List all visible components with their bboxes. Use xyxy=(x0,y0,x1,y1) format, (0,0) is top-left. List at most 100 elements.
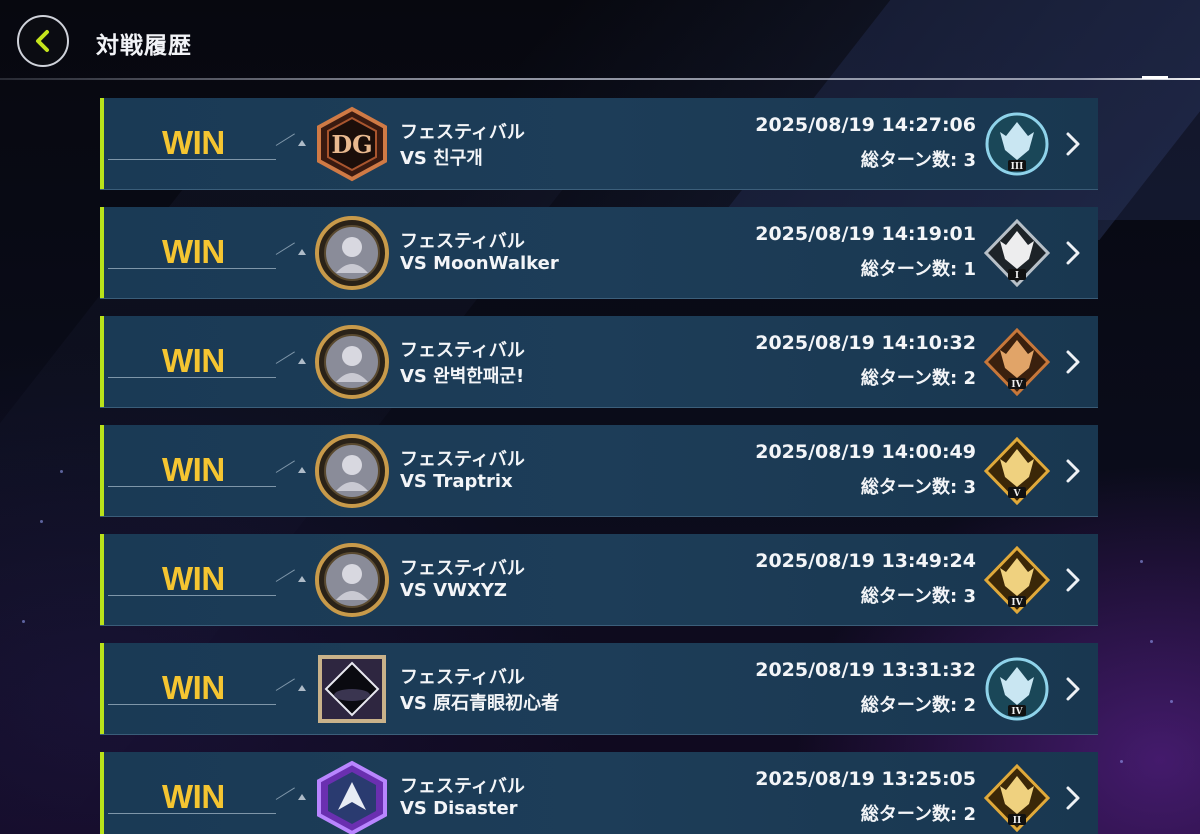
match-result: WIN xyxy=(162,560,225,597)
opponent-name: VS Disaster xyxy=(400,798,518,819)
match-datetime: 2025/08/19 13:49:24 xyxy=(755,550,976,572)
star xyxy=(1140,560,1143,563)
match-row-7[interactable]: WIN フェスティバル VS Disaster 2025/08/19 13:25… xyxy=(100,752,1098,834)
chevron-right-icon[interactable] xyxy=(1064,457,1082,485)
match-result: WIN xyxy=(162,669,225,706)
opponent-avatar xyxy=(314,215,390,291)
decorative-line xyxy=(275,569,295,582)
character-portrait-icon xyxy=(315,325,389,399)
character-portrait-icon xyxy=(315,216,389,290)
match-row-2[interactable]: WIN フェスティバル VS MoonWalker 2025/08/19 14:… xyxy=(100,207,1098,299)
gold-rank-icon: II xyxy=(984,764,1050,832)
rank-tier-label: II xyxy=(1013,816,1021,826)
triangle-marker-icon xyxy=(298,794,306,800)
platinum-rank-icon: III xyxy=(985,112,1049,176)
character-portrait-icon xyxy=(315,543,389,617)
match-result: WIN xyxy=(162,778,225,815)
decorative-line xyxy=(275,678,295,691)
opponent-name: VS Traptrix xyxy=(400,471,513,492)
decorative-line xyxy=(275,787,295,800)
chevron-right-icon[interactable] xyxy=(1064,784,1082,812)
opponent-name: VS 친구개 xyxy=(400,148,483,169)
rank-tier-label: IV xyxy=(1011,380,1023,390)
header-divider xyxy=(0,78,1200,80)
chevron-right-icon[interactable] xyxy=(1064,130,1082,158)
scroll-indicator xyxy=(1142,76,1168,79)
star xyxy=(1150,640,1153,643)
decorative-line xyxy=(275,351,295,364)
total-turns: 総ターン数: 2 xyxy=(860,695,976,716)
rank-tier-label: IV xyxy=(1011,598,1023,608)
svg-text:DG: DG xyxy=(331,130,372,159)
decorative-line xyxy=(275,460,295,473)
match-datetime: 2025/08/19 13:25:05 xyxy=(755,768,976,790)
total-turns: 総ターン数: 3 xyxy=(860,586,976,607)
opponent-avatar xyxy=(314,542,390,618)
triangle-marker-icon xyxy=(298,576,306,582)
rank-tier-label: IV xyxy=(1011,707,1023,717)
triangle-marker-icon xyxy=(298,467,306,473)
back-button[interactable] xyxy=(17,15,69,67)
chevron-right-icon[interactable] xyxy=(1064,566,1082,594)
opponent-name: VS VWXYZ xyxy=(400,580,507,601)
match-row-3[interactable]: WIN フェスティバル VS 완벽한패군! 2025/08/19 14:10:3… xyxy=(100,316,1098,408)
chevron-right-icon[interactable] xyxy=(1064,348,1082,376)
match-result: WIN xyxy=(162,451,225,488)
total-turns: 総ターン数: 3 xyxy=(860,150,976,171)
dark-orb-icon xyxy=(318,655,386,723)
total-turns: 総ターン数: 3 xyxy=(860,477,976,498)
platinum-rank-icon: IV xyxy=(985,657,1049,721)
star xyxy=(1170,700,1173,703)
match-datetime: 2025/08/19 14:10:32 xyxy=(755,332,976,354)
match-datetime: 2025/08/19 14:19:01 xyxy=(755,223,976,245)
match-result: WIN xyxy=(162,233,225,270)
star xyxy=(60,470,63,473)
gold-rank-icon: V xyxy=(984,437,1050,505)
star xyxy=(22,620,25,623)
match-row-5[interactable]: WIN フェスティバル VS VWXYZ 2025/08/19 13:49:24… xyxy=(100,534,1098,626)
chevron-left-icon xyxy=(36,30,49,52)
rank-tier-label: III xyxy=(1011,162,1024,172)
decorative-line xyxy=(275,133,295,146)
total-turns: 総ターン数: 2 xyxy=(860,804,976,825)
dragon-portrait-icon xyxy=(317,760,387,834)
triangle-marker-icon xyxy=(298,685,306,691)
game-mode: フェスティバル xyxy=(400,122,525,143)
gold-rank-icon: IV xyxy=(984,546,1050,614)
rank-tier-label: V xyxy=(1013,489,1022,499)
total-turns: 総ターン数: 2 xyxy=(860,368,976,389)
triangle-marker-icon xyxy=(298,249,306,255)
rank-tier-label: I xyxy=(1015,271,1019,281)
game-mode: フェスティバル xyxy=(400,449,525,470)
match-datetime: 2025/08/19 14:27:06 xyxy=(755,114,976,136)
opponent-name: VS 原石青眼初心者 xyxy=(400,693,560,714)
match-history-list: WIN DG フェスティバル VS 친구개 2025/08/19 14:27:0… xyxy=(100,98,1098,834)
game-mode: フェスティバル xyxy=(400,558,525,579)
match-result: WIN xyxy=(162,342,225,379)
opponent-avatar xyxy=(314,760,390,834)
chevron-right-icon[interactable] xyxy=(1064,675,1082,703)
match-datetime: 2025/08/19 14:00:49 xyxy=(755,441,976,463)
match-datetime: 2025/08/19 13:31:32 xyxy=(755,659,976,681)
game-mode: フェスティバル xyxy=(400,667,525,688)
match-row-6[interactable]: WIN フェスティバル VS 原石青眼初心者 2025/08/19 13:31:… xyxy=(100,643,1098,735)
silver-rank-icon: I xyxy=(984,219,1050,287)
opponent-avatar xyxy=(314,324,390,400)
opponent-avatar xyxy=(314,651,390,727)
total-turns: 総ターン数: 1 xyxy=(860,259,976,280)
bronze-rank-icon: IV xyxy=(984,328,1050,396)
triangle-marker-icon xyxy=(298,358,306,364)
dg-emblem-icon: DG xyxy=(317,106,387,182)
triangle-marker-icon xyxy=(298,140,306,146)
match-row-4[interactable]: WIN フェスティバル VS Traptrix 2025/08/19 14:00… xyxy=(100,425,1098,517)
match-row-1[interactable]: WIN DG フェスティバル VS 친구개 2025/08/19 14:27:0… xyxy=(100,98,1098,190)
page-title: 対戦履歴 xyxy=(96,33,192,59)
chevron-right-icon[interactable] xyxy=(1064,239,1082,267)
game-mode: フェスティバル xyxy=(400,776,525,797)
game-mode: フェスティバル xyxy=(400,231,525,252)
decorative-line xyxy=(275,242,295,255)
opponent-name: VS 완벽한패군! xyxy=(400,366,525,387)
header: 対戦履歴 xyxy=(0,0,1200,80)
character-portrait-icon xyxy=(315,434,389,508)
opponent-avatar: DG xyxy=(314,106,390,182)
